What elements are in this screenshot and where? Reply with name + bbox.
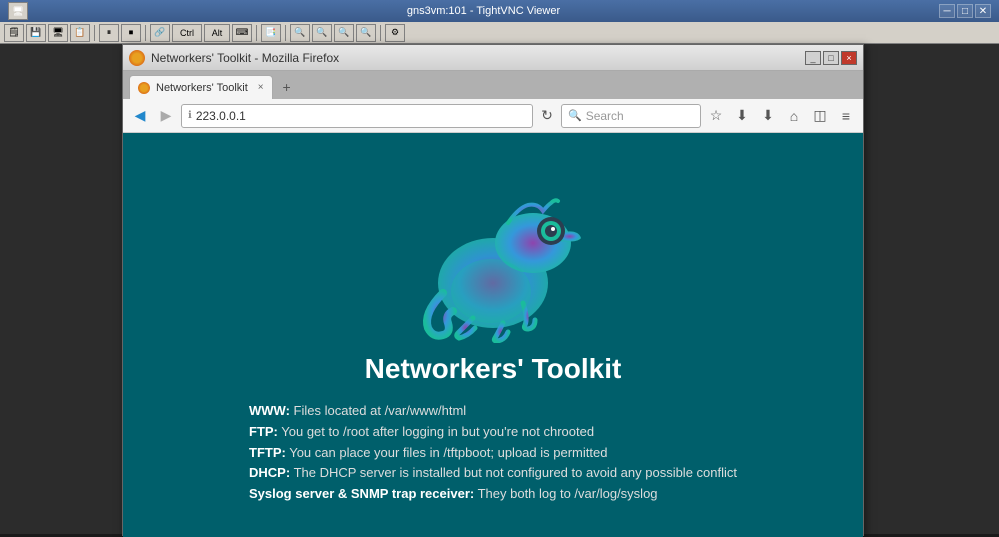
info-line-syslog: Syslog server & SNMP trap receiver: They…: [249, 484, 737, 505]
firefox-content: Networkers' Toolkit WWW: Files located a…: [123, 133, 863, 537]
vnc-tool-alt[interactable]: Alt: [204, 24, 230, 42]
info-text-www: Files located at /var/www/html: [294, 403, 467, 418]
url-bar[interactable]: ℹ 223.0.0.1: [181, 104, 533, 128]
info-label-www: WWW:: [249, 403, 290, 418]
vnc-minimize-button[interactable]: ─: [939, 4, 955, 18]
menu-button[interactable]: ≡: [835, 105, 857, 127]
vnc-toolbar: 🗒 💾 🖥 📋 ⏸ ⏹ 🔗 Ctrl Alt ⌨ 📑 🔍 🔍 🔍 🔍 ⚙: [0, 22, 999, 44]
download-button[interactable]: ⬇: [757, 105, 779, 127]
save-page-button[interactable]: ⬇: [731, 105, 753, 127]
info-text-syslog: They both log to /var/log/syslog: [478, 486, 658, 501]
info-block: WWW: Files located at /var/www/html FTP:…: [249, 401, 737, 505]
vnc-icon-1[interactable]: 🖥: [8, 2, 28, 20]
vnc-tool-keyboard[interactable]: ⌨: [232, 24, 252, 42]
pocket-button[interactable]: ◫: [809, 105, 831, 127]
vnc-tool-zoom-fit[interactable]: 🔍: [334, 24, 354, 42]
vnc-toolbar-icons: 🖥: [8, 2, 28, 20]
bookmark-star-button[interactable]: ☆: [705, 105, 727, 127]
vnc-tool-new[interactable]: 🗒: [4, 24, 24, 42]
vnc-tool-pause[interactable]: ⏸: [99, 24, 119, 42]
desktop-bg-left: [0, 44, 122, 534]
page-title: Networkers' Toolkit: [365, 353, 622, 385]
vnc-maximize-button[interactable]: □: [957, 4, 973, 18]
vnc-tool-zoom-actual[interactable]: 🔍: [356, 24, 376, 42]
info-label-tftp: TFTP:: [249, 445, 286, 460]
info-label-syslog: Syslog server & SNMP trap receiver:: [249, 486, 474, 501]
info-line-dhcp: DHCP: The DHCP server is installed but n…: [249, 463, 737, 484]
nav-back-button[interactable]: ◀: [129, 105, 151, 127]
tab-close-button[interactable]: ×: [258, 82, 264, 93]
vnc-tool-zoom-in[interactable]: 🔍: [312, 24, 332, 42]
vnc-tool-zoom-out[interactable]: 🔍: [290, 24, 310, 42]
info-line-tftp: TFTP: You can place your files in /tftpb…: [249, 443, 737, 464]
firefox-icon: [129, 50, 145, 66]
firefox-titlebar: Networkers' Toolkit - Mozilla Firefox _ …: [123, 45, 863, 71]
vnc-titlebar: 🖥 gns3vm:101 - TightVNC Viewer ─ □ ✕: [0, 0, 999, 22]
firefox-tabbar: Networkers' Toolkit × +: [123, 71, 863, 99]
info-line-www: WWW: Files located at /var/www/html: [249, 401, 737, 422]
firefox-navbar: ◀ ▶ ℹ 223.0.0.1 ↻ 🔍 Search ☆ ⬇ ⬇ ⌂ ◫ ≡: [123, 99, 863, 133]
vnc-sep-2: [145, 25, 146, 41]
info-text-dhcp: The DHCP server is installed but not con…: [294, 465, 737, 480]
search-bar[interactable]: 🔍 Search: [561, 104, 701, 128]
lock-icon: ℹ: [188, 110, 192, 121]
firefox-title: Networkers' Toolkit - Mozilla Firefox: [151, 51, 805, 65]
info-label-ftp: FTP:: [249, 424, 278, 439]
vnc-sep-4: [285, 25, 286, 41]
vnc-close-button[interactable]: ✕: [975, 4, 991, 18]
search-icon: 🔍: [568, 109, 582, 122]
vnc-tool-settings[interactable]: ⚙: [385, 24, 405, 42]
vnc-sep-5: [380, 25, 381, 41]
new-tab-button[interactable]: +: [277, 77, 297, 97]
info-text-ftp: You get to /root after logging in but yo…: [281, 424, 594, 439]
vnc-tool-link[interactable]: 🔗: [150, 24, 170, 42]
desktop-bg-right: [864, 44, 999, 534]
vnc-tool-snap[interactable]: 📑: [261, 24, 281, 42]
home-button[interactable]: ⌂: [783, 105, 805, 127]
vnc-tool-clipboard[interactable]: 📋: [70, 24, 90, 42]
nav-forward-button[interactable]: ▶: [155, 105, 177, 127]
firefox-tab-active[interactable]: Networkers' Toolkit ×: [129, 75, 273, 99]
firefox-window: Networkers' Toolkit - Mozilla Firefox _ …: [122, 44, 864, 536]
vnc-tool-stop[interactable]: ⏹: [121, 24, 141, 42]
chameleon-logo: [403, 153, 583, 343]
vnc-window-controls: ─ □ ✕: [939, 4, 991, 18]
vnc-sep-3: [256, 25, 257, 41]
vnc-tool-screen[interactable]: 🖥: [48, 24, 68, 42]
info-text-tftp: You can place your files in /tftpboot; u…: [289, 445, 607, 460]
firefox-maximize-button[interactable]: □: [823, 51, 839, 65]
reload-button[interactable]: ↻: [537, 106, 557, 126]
firefox-minimize-button[interactable]: _: [805, 51, 821, 65]
firefox-close-button[interactable]: ×: [841, 51, 857, 65]
info-line-ftp: FTP: You get to /root after logging in b…: [249, 422, 737, 443]
tab-favicon: [138, 82, 150, 94]
vnc-title: gns3vm:101 - TightVNC Viewer: [28, 5, 939, 17]
firefox-window-controls: _ □ ×: [805, 51, 857, 65]
url-text: 223.0.0.1: [196, 109, 526, 123]
tab-label: Networkers' Toolkit: [156, 82, 248, 94]
vnc-tool-ctrl[interactable]: Ctrl: [172, 24, 202, 42]
vnc-sep-1: [94, 25, 95, 41]
info-label-dhcp: DHCP:: [249, 465, 290, 480]
search-placeholder: Search: [586, 109, 624, 123]
vnc-tool-save[interactable]: 💾: [26, 24, 46, 42]
